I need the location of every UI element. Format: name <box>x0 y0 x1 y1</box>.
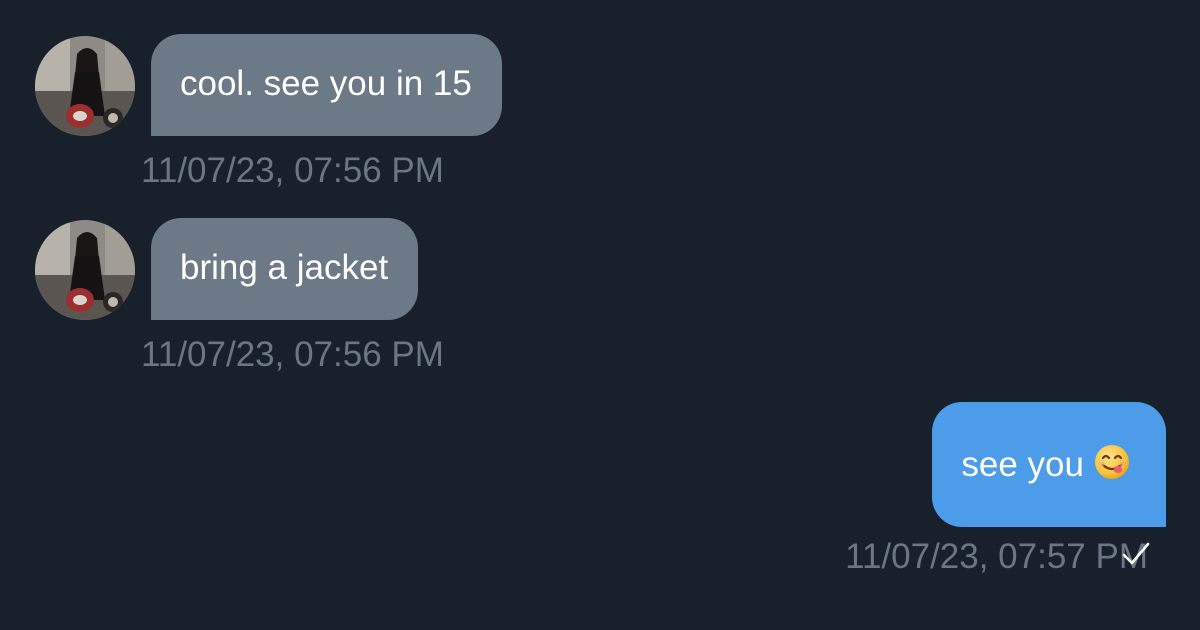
chat-thread: cool. see you in 15 11/07/23, 07:56 PM b… <box>0 0 1200 630</box>
contact-avatar[interactable] <box>35 36 135 136</box>
avatar-photo <box>35 36 135 136</box>
message-bubble-incoming[interactable]: bring a jacket <box>151 218 419 320</box>
face-savoring-food-emoji-icon <box>1094 444 1130 489</box>
message-timestamp: 11/07/23, 07:57 PM <box>845 537 1148 576</box>
contact-avatar[interactable] <box>35 220 135 320</box>
message-text: cool. see you in 15 <box>180 64 472 103</box>
message-timestamp: 11/07/23, 07:56 PM <box>141 151 444 190</box>
message-bubble-outgoing[interactable]: see you <box>932 402 1166 527</box>
message-text: bring a jacket <box>180 248 389 287</box>
message-text: see you <box>961 445 1084 484</box>
avatar-photo <box>35 220 135 320</box>
checkmark-icon <box>1120 538 1152 575</box>
message-bubble-incoming[interactable]: cool. see you in 15 <box>151 34 502 136</box>
message-timestamp: 11/07/23, 07:56 PM <box>141 335 444 374</box>
